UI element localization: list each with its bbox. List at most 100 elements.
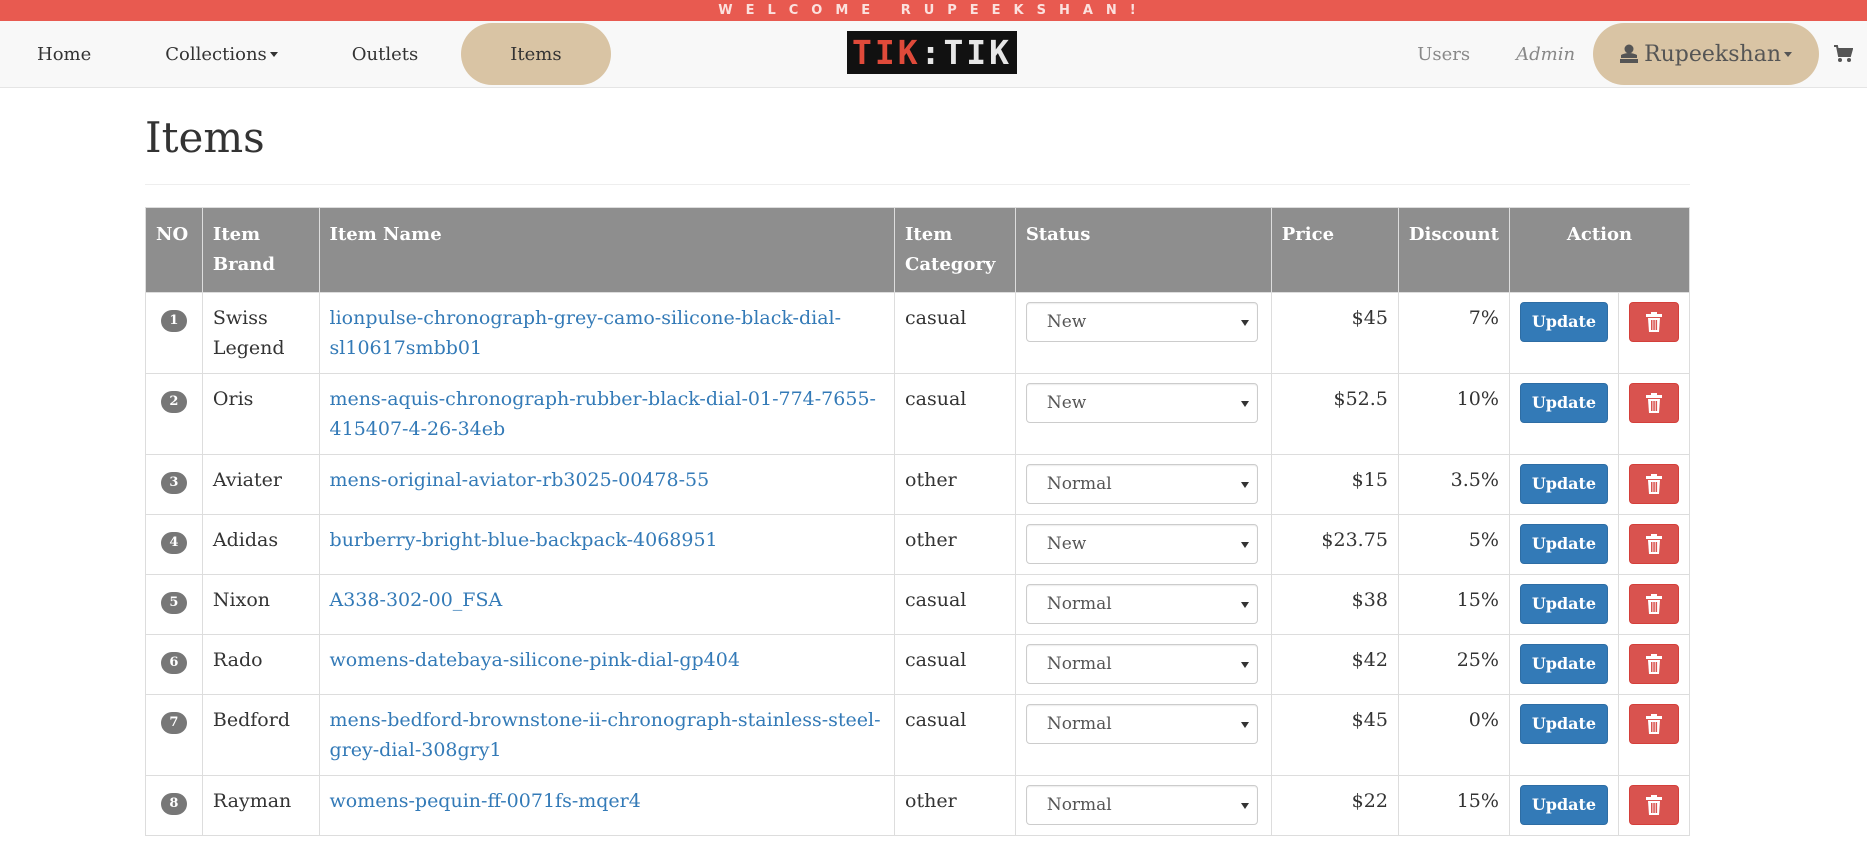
status-value: Normal [1046,654,1112,674]
row-brand: Aviater [201,454,320,515]
row-update-cell: Update [1508,775,1619,836]
delete-button[interactable] [1628,383,1679,423]
row-number-badge: 5 [160,592,187,614]
delete-button[interactable] [1628,704,1679,744]
chevron-down-icon [1240,482,1249,488]
row-status-cell: New [1014,373,1272,455]
row-name-link[interactable]: womens-pequin-ff-0071fs-mqer4 [318,775,896,836]
delete-button[interactable] [1628,785,1679,825]
nav-home[interactable]: Home [0,23,128,85]
update-button[interactable]: Update [1519,584,1608,624]
logo-sep: : [920,33,944,72]
row-update-cell: Update [1508,454,1619,515]
update-button[interactable]: Update [1519,383,1608,423]
row-brand: Rado [201,634,320,695]
row-name-link[interactable]: mens-aquis-chronograph-rubber-black-dial… [318,373,896,455]
status-select[interactable]: Normal [1025,644,1258,684]
update-button[interactable]: Update [1519,464,1608,504]
chevron-down-icon [1240,602,1249,608]
row-name-link[interactable]: mens-original-aviator-rb3025-00478-55 [318,454,896,515]
row-name-link[interactable]: womens-datebaya-silicone-pink-dial-gp404 [318,634,896,695]
nav-items[interactable]: Items [461,23,611,85]
row-status-cell: Normal [1014,694,1272,776]
update-button[interactable]: Update [1519,302,1608,342]
status-value: New [1046,312,1087,332]
row-category: casual [894,292,1016,374]
status-select[interactable]: Normal [1025,785,1258,825]
status-select[interactable]: Normal [1025,464,1258,504]
row-category: other [894,454,1016,515]
nav-users[interactable]: Users [1389,44,1498,65]
update-button[interactable]: Update [1519,785,1608,825]
nav-collections[interactable]: Collections [128,23,315,85]
nav-admin[interactable]: Admin [1498,44,1593,65]
status-select[interactable]: New [1025,302,1258,342]
status-select[interactable]: New [1025,383,1258,423]
row-name-link[interactable]: lionpulse-chronograph-grey-camo-silicone… [318,292,896,374]
row-brand: Adidas [201,514,320,575]
row-name-link[interactable]: burberry-bright-blue-backpack-4068951 [318,514,896,575]
logo[interactable]: TIK: TIK [847,31,1017,74]
cart-button[interactable] [1819,45,1867,63]
row-no-cell: 7 [145,694,203,776]
row-price: $15 [1270,454,1399,515]
row-no-cell: 8 [145,775,203,836]
row-category: casual [894,373,1016,455]
table-header-row: NO Item Brand Item Name Item Category Stat… [145,207,1691,293]
delete-button[interactable] [1628,644,1679,684]
items-table: NO Item Brand Item Name Item Category Stat… [145,207,1691,836]
status-value: New [1046,534,1087,554]
row-category: casual [894,634,1016,695]
update-button[interactable]: Update [1519,524,1608,564]
row-number-badge: 1 [160,310,187,332]
update-button[interactable]: Update [1519,704,1608,744]
chevron-down-icon [1240,803,1249,809]
row-name-link[interactable]: mens-bedford-brownstone-ii-chronograph-s… [318,694,896,776]
row-brand: Rayman [201,775,320,836]
row-delete-cell [1617,292,1691,374]
user-name: Rupeekshan [1644,41,1781,67]
trash-icon [1645,474,1662,494]
row-status-cell: Normal [1014,574,1272,635]
row-delete-cell [1617,574,1691,635]
table-row: 2 Oris mens-aquis-chronograph-rubber-bla… [145,373,1691,455]
delete-button[interactable] [1628,584,1679,624]
row-status-cell: New [1014,292,1272,374]
status-select[interactable]: Normal [1025,584,1258,624]
row-no-cell: 4 [145,514,203,575]
status-value: Normal [1046,795,1112,815]
delete-button[interactable] [1628,524,1679,564]
row-price: $22 [1270,775,1399,836]
col-discount: Discount [1397,207,1510,293]
col-brand-line1: Item [212,224,261,245]
status-value: Normal [1046,474,1112,494]
row-no-cell: 6 [145,634,203,695]
row-update-cell: Update [1508,514,1619,575]
update-button[interactable]: Update [1519,644,1608,684]
row-delete-cell [1617,514,1691,575]
chevron-down-icon [1240,401,1249,407]
row-number-badge: 7 [160,712,187,734]
status-select[interactable]: Normal [1025,704,1258,744]
status-value: New [1046,393,1087,413]
row-category: other [894,775,1016,836]
table-row: 6 Rado womens-datebaya-silicone-pink-dia… [145,634,1691,695]
nav-outlets[interactable]: Outlets [315,23,455,85]
main-content: Items NO Item Brand Item Name Item Categor… [145,87,1691,836]
row-price: $45 [1270,694,1399,776]
table-row: 4 Adidas burberry-bright-blue-backpack-4… [145,514,1691,575]
delete-button[interactable] [1628,464,1679,504]
user-menu[interactable]: Rupeekshan [1593,23,1819,85]
row-name-link[interactable]: A338-302-00_FSA [318,574,896,635]
row-brand: Oris [201,373,320,455]
trash-icon [1645,312,1662,332]
row-price: $42 [1270,634,1399,695]
trash-icon [1645,534,1662,554]
status-value: Normal [1046,594,1112,614]
row-brand: Swiss Legend [201,292,320,374]
delete-button[interactable] [1628,302,1679,342]
status-select[interactable]: New [1025,524,1258,564]
col-status: Status [1014,207,1272,293]
logo-left: TIK [851,33,921,72]
nav-left: Home Collections Outlets Items [0,21,611,87]
